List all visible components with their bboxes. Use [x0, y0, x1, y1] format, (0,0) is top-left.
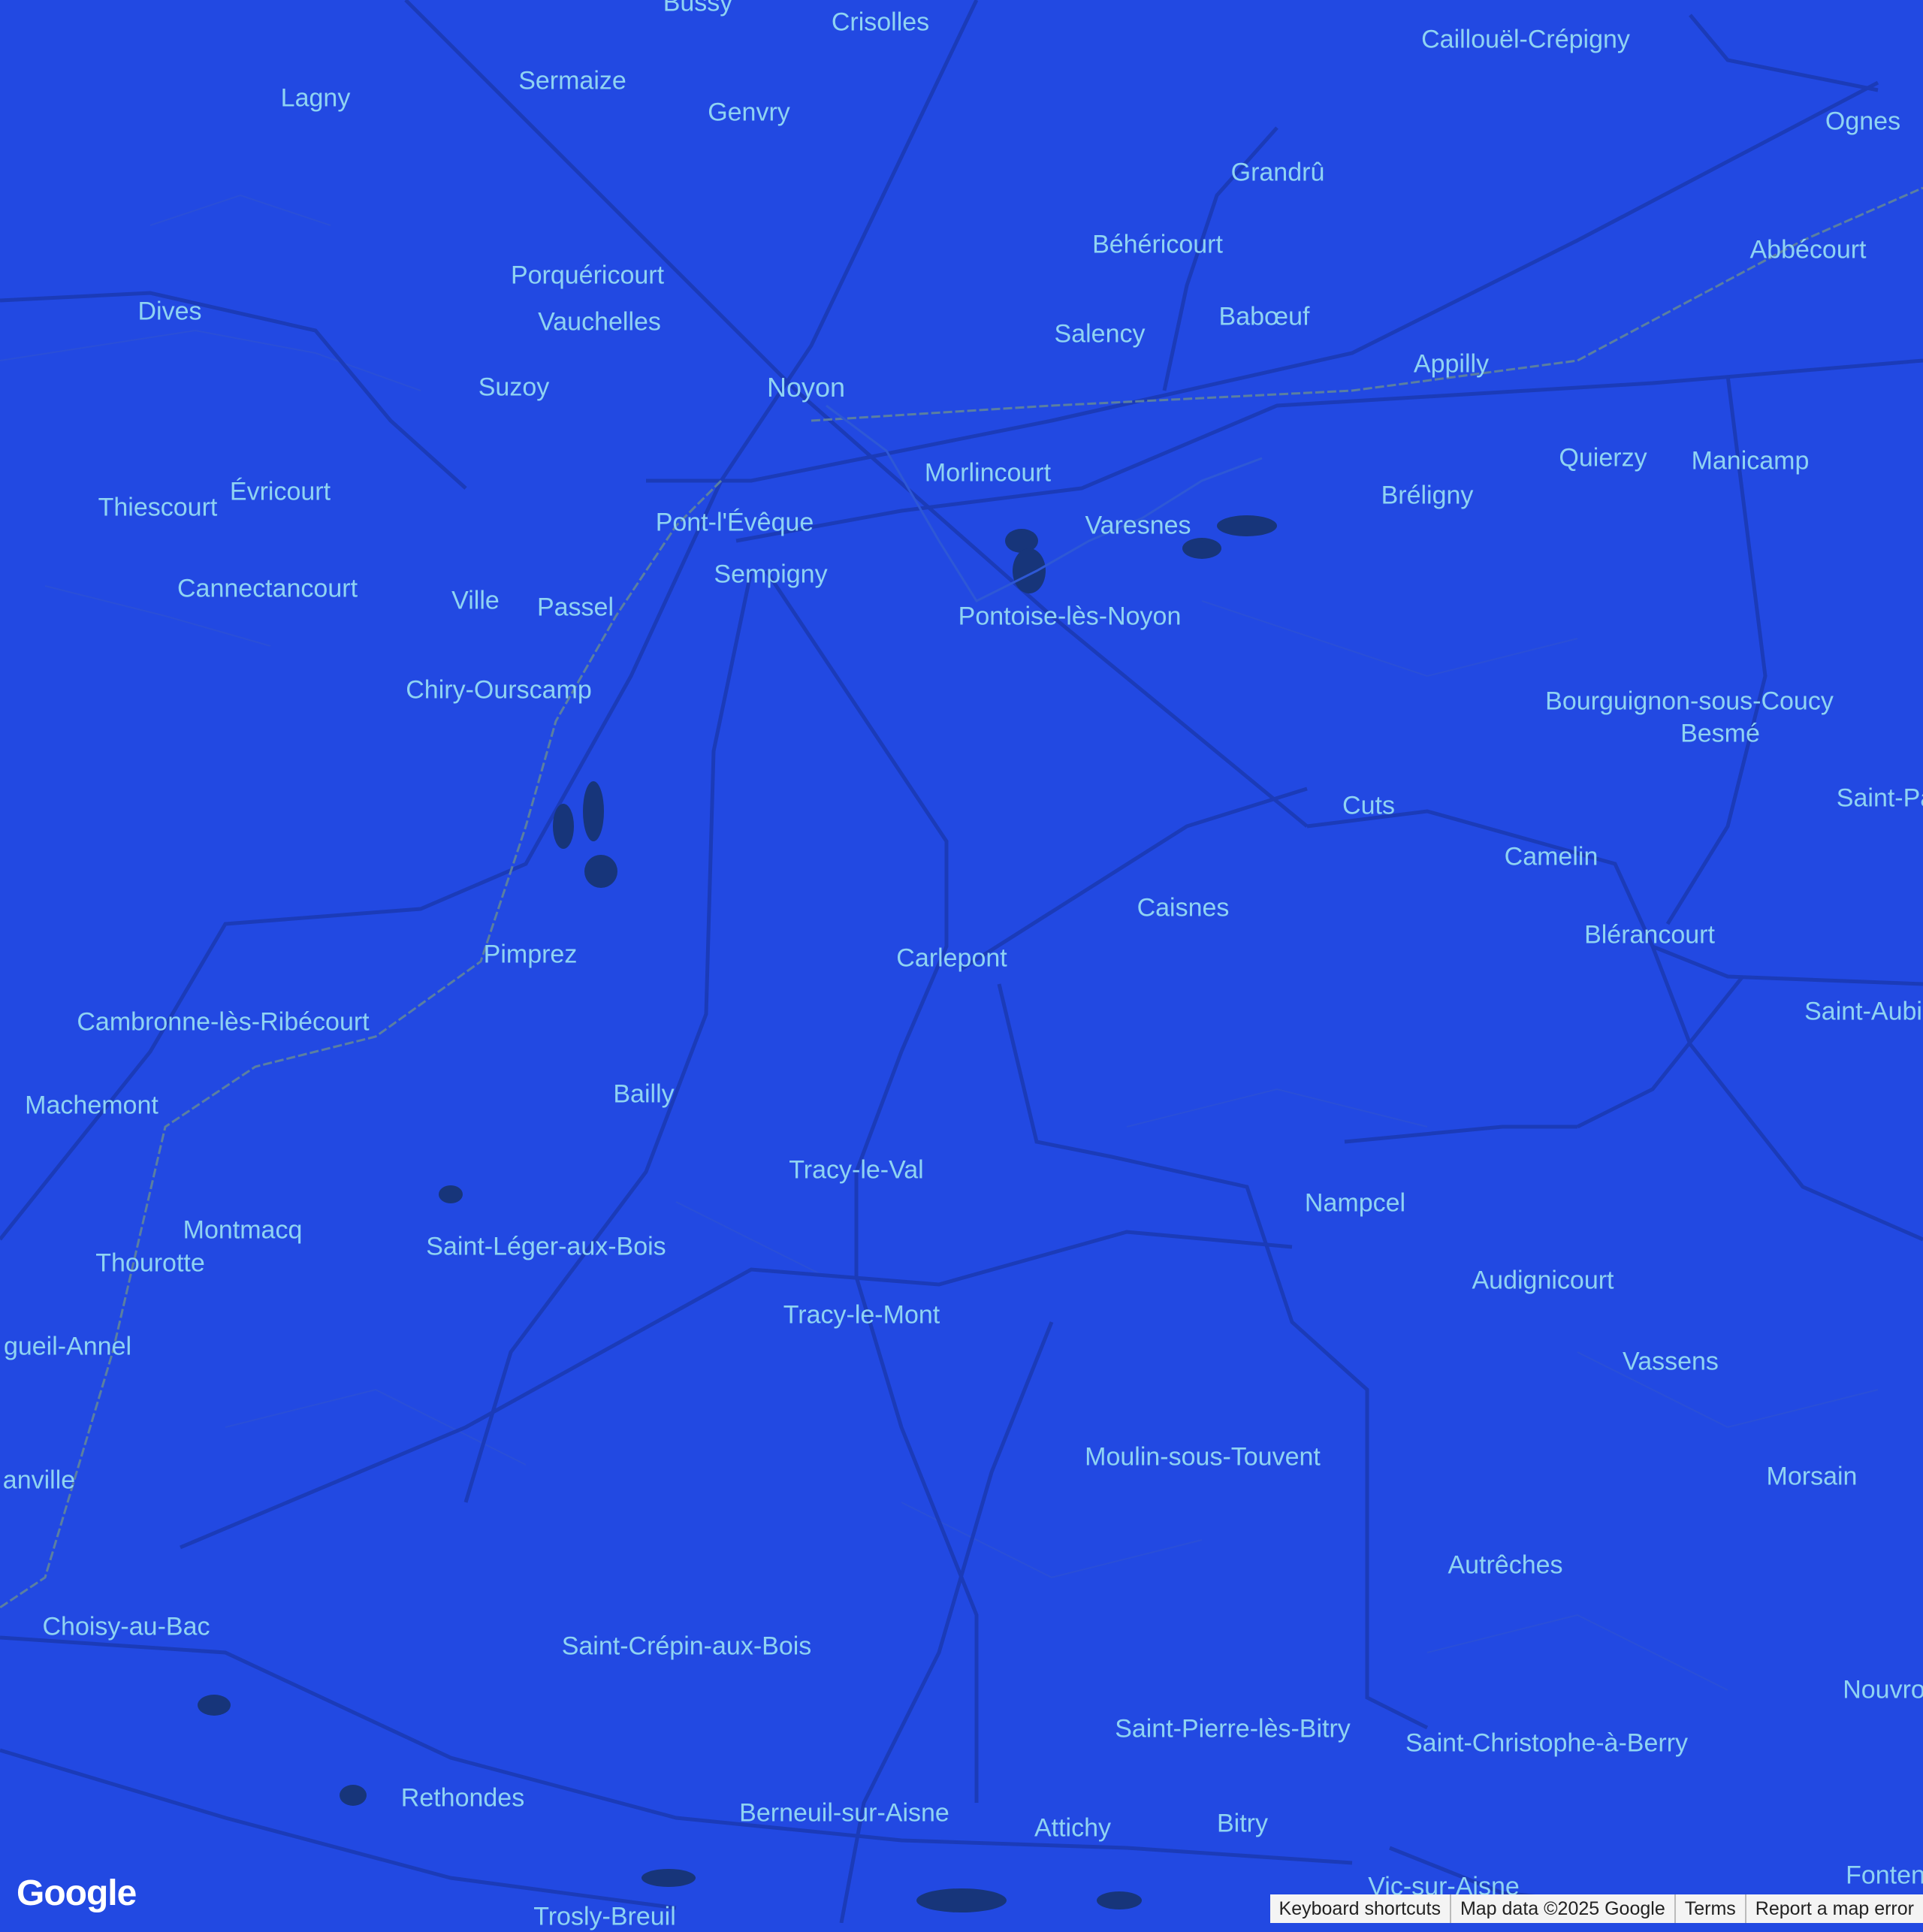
place-label: Passel	[536, 593, 614, 622]
place-label: Saint-Pa	[1836, 783, 1923, 813]
place-label: Montmacq	[183, 1215, 303, 1245]
place-label: Quierzy	[1559, 443, 1647, 472]
place-label: Appilly	[1413, 349, 1490, 379]
place-label: Vauchelles	[538, 307, 661, 337]
place-label: Varesnes	[1085, 511, 1191, 540]
place-label: Audignicourt	[1472, 1266, 1614, 1295]
place-label: Dives	[137, 297, 202, 326]
place-label: Saint-Léger-aux-Bois	[426, 1232, 666, 1261]
place-label: Saint-Pierre-lès-Bitry	[1115, 1714, 1351, 1743]
place-label: Genvry	[708, 98, 790, 127]
place-label: Besmé	[1680, 719, 1760, 748]
place-label: Autrêches	[1448, 1550, 1563, 1580]
place-label: Babœuf	[1218, 302, 1310, 331]
place-label: Cuts	[1342, 791, 1395, 820]
place-label: Pont-l'Évêque	[655, 508, 814, 537]
place-label: Salency	[1054, 319, 1146, 349]
place-label: Pontoise-lès-Noyon	[958, 602, 1182, 631]
place-label: Pimprez	[483, 940, 578, 969]
place-label: Crisolles	[831, 8, 930, 37]
place-label: Suzoy	[478, 373, 550, 402]
place-label: Caillouël-Crépigny	[1421, 25, 1630, 54]
place-label: Ognes	[1825, 107, 1901, 136]
place-label: Tracy-le-Val	[789, 1155, 924, 1185]
place-label: Béhéricourt	[1092, 230, 1223, 259]
place-label: Machemont	[25, 1091, 158, 1120]
place-label: Trosly-Breuil	[533, 1902, 676, 1931]
place-label: Sermaize	[518, 66, 626, 95]
place-label: Cannectancourt	[177, 574, 358, 603]
place-label: Cambronne-lès-Ribécourt	[77, 1007, 370, 1037]
place-label: Saint-Christophe-à-Berry	[1405, 1728, 1689, 1758]
place-label: Attichy	[1034, 1813, 1112, 1843]
keyboard-shortcuts-link[interactable]: Keyboard shortcuts	[1270, 1894, 1450, 1923]
place-label: Nouvro	[1843, 1675, 1923, 1704]
place-label: Rethondes	[400, 1783, 525, 1813]
place-label: Camelin	[1504, 842, 1598, 871]
place-label: Abbécourt	[1749, 235, 1867, 264]
place-label: Morlincourt	[924, 458, 1052, 488]
place-label: Lagny	[280, 83, 351, 113]
place-label: Moulin-sous-Touvent	[1085, 1442, 1321, 1472]
place-label: Évricourt	[229, 477, 331, 506]
google-logo: Google	[17, 1873, 137, 1913]
place-label: Noyon	[766, 372, 846, 403]
place-label: Blérancourt	[1584, 920, 1715, 949]
report-error-link[interactable]: Report a map error	[1744, 1894, 1923, 1923]
place-label: Bailly	[613, 1079, 675, 1109]
place-label: Bourguignon-sous-Coucy	[1545, 687, 1834, 716]
place-label: Bitry	[1217, 1809, 1268, 1838]
place-label: Ville	[451, 586, 500, 615]
terms-link[interactable]: Terms	[1674, 1894, 1745, 1923]
place-label: Thourotte	[95, 1248, 205, 1278]
place-label: Manicamp	[1691, 446, 1810, 475]
place-label: Choisy-au-Bac	[42, 1612, 210, 1641]
place-label: Berneuil-sur-Aisne	[739, 1798, 949, 1828]
place-label: Carlepont	[896, 943, 1007, 973]
place-label: Nampcel	[1304, 1188, 1406, 1218]
place-label: Saint-Aubin	[1804, 997, 1923, 1026]
place-label: Thiescourt	[98, 493, 218, 522]
place-label: Porquéricourt	[510, 261, 665, 290]
place-label: Bréligny	[1381, 481, 1474, 510]
place-label: Fonten	[1846, 1861, 1923, 1890]
place-label: Vassens	[1623, 1347, 1719, 1376]
place-label: Tracy-le-Mont	[783, 1300, 940, 1330]
place-label: Bussy	[663, 0, 733, 17]
place-label: Saint-Crépin-aux-Bois	[561, 1632, 812, 1661]
place-label: Grandrû	[1230, 158, 1325, 187]
attribution-bar: Keyboard shortcuts Map data ©2025 Google…	[1269, 1894, 1923, 1923]
place-label: anville	[2, 1466, 76, 1495]
place-label: Morsain	[1766, 1462, 1858, 1491]
place-label: Caisnes	[1137, 893, 1230, 922]
map-data-text: Map data ©2025 Google	[1449, 1894, 1674, 1923]
place-label: Chiry-Ourscamp	[406, 675, 592, 705]
place-label: gueil-Annel	[3, 1332, 132, 1361]
place-label: Sempigny	[714, 560, 828, 589]
